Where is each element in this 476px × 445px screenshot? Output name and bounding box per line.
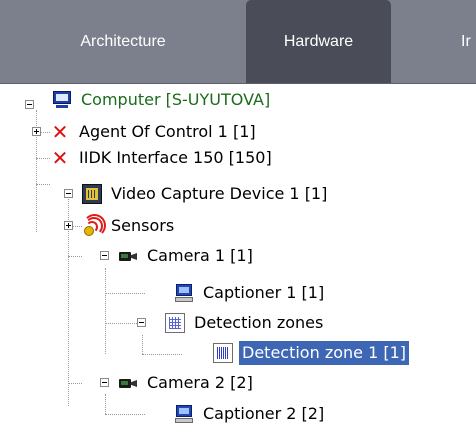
tree-connector: [142, 354, 182, 355]
collapse-zones-toggle[interactable]: [137, 318, 146, 327]
capture-board-icon: [82, 184, 102, 204]
expand-sensors-toggle[interactable]: [64, 221, 73, 230]
tree-node-label: Camera 1 [1]: [147, 246, 253, 265]
tree-node-agent-of-control[interactable]: ✕ Agent Of Control 1 [1]: [50, 120, 259, 144]
camera-icon: [118, 373, 138, 393]
tree-node-captioner-1[interactable]: Captioner 1 [1]: [174, 281, 327, 305]
tree-node-detection-zone-1[interactable]: Detection zone 1 [1]: [213, 341, 409, 365]
tree-node-label: Computer [S-UYUTOVA]: [81, 90, 271, 109]
tab-architecture[interactable]: Architecture: [0, 0, 246, 83]
collapse-camera1-toggle[interactable]: [100, 251, 109, 260]
tree-node-label: IIDK Interface 150 [150]: [79, 148, 272, 167]
tree-connector: [36, 158, 50, 159]
captioner-icon: [174, 283, 194, 303]
tree-node-label: Camera 2 [2]: [147, 373, 253, 392]
error-x-icon: ✕: [51, 120, 69, 144]
sensor-icon: [82, 214, 106, 237]
tree-connector: [105, 268, 106, 354]
tree-connector: [68, 256, 82, 257]
collapse-computer-toggle[interactable]: [25, 100, 34, 109]
detection-zones-icon: [165, 313, 185, 333]
tab-bar: Architecture Hardware Ir: [0, 0, 476, 84]
tree-node-iidk-interface[interactable]: ✕ IIDK Interface 150 [150]: [50, 146, 275, 170]
tree-node-video-capture-device[interactable]: Video Capture Device 1 [1]: [82, 182, 330, 206]
tree-node-label: Video Capture Device 1 [1]: [111, 184, 328, 203]
detection-zone-icon: [213, 343, 233, 363]
collapse-vcd-toggle[interactable]: [64, 189, 73, 198]
tree-connector: [105, 323, 139, 324]
tree-node-label: Agent Of Control 1 [1]: [79, 122, 256, 141]
camera-icon: [118, 246, 138, 266]
tree-node-label: Sensors: [111, 216, 175, 235]
tab-interface[interactable]: Ir: [391, 0, 476, 83]
tree-node-detection-zones[interactable]: Detection zones: [165, 311, 326, 335]
tree-connector: [105, 414, 145, 415]
tree-connector: [105, 293, 145, 294]
tree-node-label: Detection zone 1 [1]: [239, 341, 409, 365]
tab-hardware[interactable]: Hardware: [246, 0, 391, 83]
hardware-tree-panel: Computer [S-UYUTOVA] ✕ Agent Of Control …: [0, 84, 476, 445]
tree-connector: [105, 394, 106, 414]
tree-connector: [142, 335, 143, 354]
expand-agent-toggle[interactable]: [32, 127, 41, 136]
captioner-icon: [174, 404, 194, 424]
computer-icon: [52, 90, 72, 110]
tree-node-camera-2[interactable]: Camera 2 [2]: [118, 371, 256, 395]
collapse-camera2-toggle[interactable]: [100, 378, 109, 387]
tree-connector: [36, 184, 50, 185]
tree-node-computer[interactable]: Computer [S-UYUTOVA]: [52, 88, 273, 112]
error-x-icon: ✕: [51, 146, 69, 170]
tree-node-camera-1[interactable]: Camera 1 [1]: [118, 244, 256, 268]
hardware-tree: Computer [S-UYUTOVA] ✕ Agent Of Control …: [0, 84, 476, 445]
tree-node-captioner-2[interactable]: Captioner 2 [2]: [174, 402, 327, 426]
tree-node-sensors[interactable]: Sensors: [82, 214, 177, 238]
tree-node-label: Captioner 2 [2]: [203, 404, 325, 423]
tree-connector: [68, 383, 82, 384]
tree-node-label: Detection zones: [194, 313, 324, 332]
tree-node-label: Captioner 1 [1]: [203, 283, 325, 302]
